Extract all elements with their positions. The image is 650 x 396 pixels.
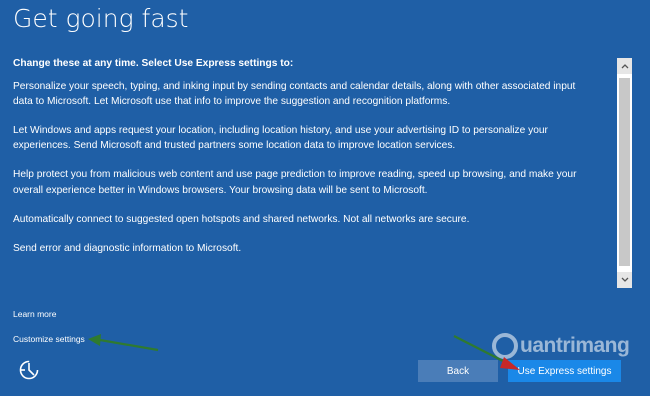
learn-more-link[interactable]: Learn more xyxy=(13,309,56,319)
watermark-logo: uantrimang xyxy=(492,328,648,364)
paragraph-error-reporting: Send error and diagnostic information to… xyxy=(13,242,242,254)
scroll-up-button[interactable] xyxy=(617,58,632,74)
paragraph-connectivity: Automatically connect to suggested open … xyxy=(13,213,470,225)
customize-settings-link[interactable]: Customize settings xyxy=(13,334,85,344)
watermark-q-icon xyxy=(492,333,518,359)
watermark-text: uantrimang xyxy=(520,334,630,357)
scroll-down-button[interactable] xyxy=(617,272,632,288)
ease-of-access-icon[interactable] xyxy=(17,358,41,382)
back-button[interactable]: Back xyxy=(418,360,498,382)
chevron-down-icon xyxy=(621,277,628,282)
arrow-to-customize xyxy=(88,334,159,352)
scroll-thumb[interactable] xyxy=(619,78,630,266)
scrollbar[interactable] xyxy=(617,58,632,288)
paragraph-location: Let Windows and apps request your locati… xyxy=(13,125,548,152)
paragraph-speech: Personalize your speech, typing, and ink… xyxy=(13,81,576,108)
settings-description: Change these at any time. Select Use Exp… xyxy=(13,56,598,270)
intro-text: Change these at any time. Select Use Exp… xyxy=(13,58,294,69)
page-title: Get going fast xyxy=(13,4,189,33)
paragraph-browser: Help protect you from malicious web cont… xyxy=(13,169,577,196)
chevron-up-icon xyxy=(621,64,628,69)
